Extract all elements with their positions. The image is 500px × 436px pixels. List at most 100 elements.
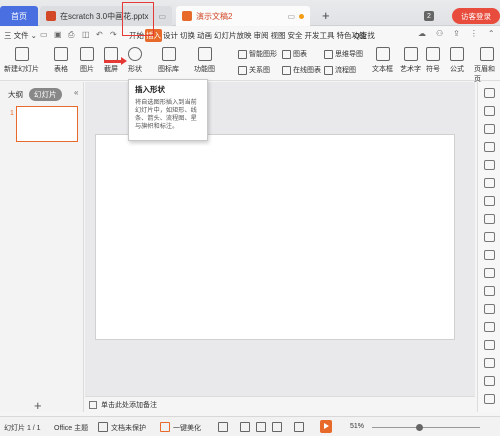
search-button[interactable]: Q查找 xyxy=(354,30,375,41)
slide-thumbnail[interactable] xyxy=(16,106,78,142)
textbox-button[interactable]: 文本框 xyxy=(372,47,393,74)
add-slide-icon[interactable]: + xyxy=(34,398,42,413)
layers-icon[interactable] xyxy=(484,322,495,332)
table-button[interactable]: 表格 xyxy=(54,47,68,74)
book-icon[interactable] xyxy=(484,268,495,278)
preview-icon[interactable]: ◫ xyxy=(82,30,90,39)
chart-bar-icon[interactable] xyxy=(484,250,495,260)
property-icon[interactable] xyxy=(484,106,495,116)
chart-button[interactable]: 图表 xyxy=(282,49,307,59)
file-menu-label: 三 文件 xyxy=(4,31,29,40)
location-icon[interactable] xyxy=(484,160,495,170)
icon-gallery-button[interactable]: 图标库 xyxy=(158,47,179,74)
menu-transition[interactable]: 切换 xyxy=(179,29,196,42)
undo-icon[interactable]: ↶ xyxy=(96,30,103,39)
volume-icon[interactable] xyxy=(484,358,495,368)
open-icon[interactable]: ▭ xyxy=(40,30,48,39)
more-icon[interactable]: ⋮ xyxy=(470,29,478,38)
header-footer-icon xyxy=(480,47,494,61)
dropdown-icon[interactable] xyxy=(294,422,304,432)
online-chart-button[interactable]: 在线图表 xyxy=(282,65,321,75)
flowchart-button[interactable]: 流程图 xyxy=(324,65,356,75)
login-button[interactable]: 访客登录 xyxy=(452,8,500,24)
zoom-slider-track[interactable] xyxy=(372,427,480,428)
note-toggle-icon[interactable] xyxy=(218,422,228,432)
beautify-button[interactable]: 一键美化 xyxy=(173,423,201,433)
menu-slideshow[interactable]: 幻灯片放映 xyxy=(213,29,253,42)
share-icon[interactable]: ⇪ xyxy=(453,29,460,38)
cloud-icon[interactable]: ☁ xyxy=(418,29,426,38)
chevron-down-icon: ⌄ xyxy=(30,31,37,40)
relation-chart-button[interactable]: 关系图 xyxy=(238,65,270,75)
star-icon[interactable] xyxy=(484,340,495,350)
tab-window-icon[interactable]: ▭ xyxy=(158,12,166,21)
frame-icon[interactable] xyxy=(484,304,495,314)
menu-view[interactable]: 视图 xyxy=(270,29,287,42)
collapse-panel-icon[interactable]: « xyxy=(74,88,78,97)
new-slide-icon xyxy=(14,47,29,61)
file-menu[interactable]: 三 文件 ⌄ xyxy=(4,30,37,41)
formula-button[interactable]: 公式 xyxy=(450,47,464,74)
zoom-slider-handle[interactable] xyxy=(416,424,423,431)
play-slideshow-button[interactable] xyxy=(320,420,332,433)
flowchart-icon xyxy=(324,65,333,75)
add-tab-icon[interactable]: + xyxy=(322,8,330,23)
video-icon[interactable] xyxy=(484,376,495,386)
grid-icon[interactable] xyxy=(484,214,495,224)
home-tab[interactable]: 首页 xyxy=(0,6,38,26)
shape-format-icon[interactable] xyxy=(484,124,495,134)
magic-icon[interactable] xyxy=(484,142,495,152)
window-count-badge[interactable]: 2 xyxy=(424,11,434,21)
layout-icon[interactable] xyxy=(484,196,495,206)
shape-highlight-box xyxy=(122,2,154,36)
menu-animation[interactable]: 动画 xyxy=(196,29,213,42)
function-chart-icon xyxy=(197,47,212,61)
sorter-view-icon[interactable] xyxy=(256,422,266,432)
pi-icon xyxy=(450,47,464,61)
zoom-level[interactable]: 51% xyxy=(350,423,364,430)
mindmap-button[interactable]: 思维导图 xyxy=(324,49,363,59)
menu-review[interactable]: 审阅 xyxy=(253,29,270,42)
new-slide-label: 新建幻灯片 xyxy=(4,66,39,73)
edit-icon[interactable] xyxy=(484,178,495,188)
notes-pane[interactable]: 单击此处添加备注 xyxy=(85,396,475,412)
theme-name[interactable]: Office 主题 xyxy=(54,423,88,433)
reading-view-icon[interactable] xyxy=(272,422,282,432)
tab-window-icon[interactable]: ▭ xyxy=(287,12,295,21)
settings-icon[interactable] xyxy=(484,394,495,404)
redo-icon[interactable]: ↷ xyxy=(110,30,117,39)
protect-status[interactable]: 文档未保护 xyxy=(111,423,146,433)
menu-developer[interactable]: 开发工具 xyxy=(304,29,336,42)
outline-tab[interactable]: 大纲 xyxy=(8,89,23,100)
chart-icon xyxy=(282,49,291,59)
document-tab-active[interactable]: 演示文稿2 ▭ xyxy=(176,6,310,26)
symbol-button[interactable]: 符号 xyxy=(426,47,440,74)
crop-icon[interactable] xyxy=(484,232,495,242)
smart-shape-button[interactable]: 智能图形 xyxy=(238,49,277,59)
slide-canvas[interactable] xyxy=(95,134,455,340)
function-chart-button[interactable]: 功能图 xyxy=(194,47,215,74)
slides-tab[interactable]: 幻灯片 xyxy=(29,88,62,101)
table-grid-icon[interactable] xyxy=(484,286,495,296)
presentation-file-icon xyxy=(182,11,192,21)
online-chart-label: 在线图表 xyxy=(293,67,321,74)
collapse-ribbon-icon[interactable]: ⌃ xyxy=(488,29,495,38)
menu-security[interactable]: 安全 xyxy=(287,29,304,42)
picture-button[interactable]: 图片 xyxy=(80,47,94,74)
shape-button[interactable]: 形状 xyxy=(128,47,142,74)
save-icon[interactable]: ▣ xyxy=(54,30,62,39)
online-chart-icon xyxy=(282,65,291,75)
flowchart-label: 流程图 xyxy=(335,67,356,74)
new-slide-button[interactable]: 新建幻灯片 xyxy=(4,47,39,74)
pptx-file-icon xyxy=(46,11,56,21)
symbol-label: 符号 xyxy=(426,66,440,73)
art-text-button[interactable]: 艺术字 xyxy=(400,47,421,74)
header-footer-button[interactable]: 页眉和页 xyxy=(474,47,500,84)
normal-view-icon[interactable] xyxy=(240,422,250,432)
collaborate-icon[interactable]: ⚇ xyxy=(436,29,443,38)
menu-design[interactable]: 设计 xyxy=(162,29,179,42)
gallery-label: 图标库 xyxy=(158,66,179,73)
print-icon[interactable]: ⎙ xyxy=(68,30,74,40)
collapse-right-icon[interactable] xyxy=(484,88,495,98)
shape-label: 形状 xyxy=(128,66,142,73)
